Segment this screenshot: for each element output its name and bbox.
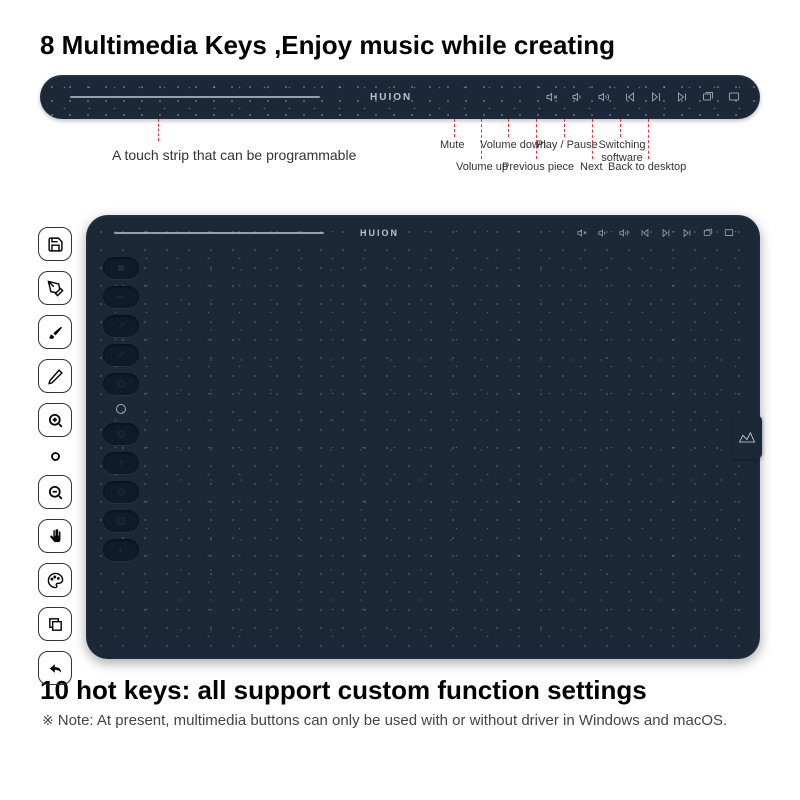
hotkey-10	[103, 539, 139, 561]
next-track-icon	[682, 228, 692, 238]
multimedia-icons	[546, 91, 740, 103]
switch-software-icon	[703, 228, 713, 238]
volume-down-icon	[619, 228, 629, 238]
note-text: ※Note: At present, multimedia buttons ca…	[40, 710, 760, 731]
tablet-media-icons	[577, 228, 734, 238]
hotkey-9	[103, 510, 139, 532]
volume-up-label: Volume up	[456, 161, 508, 173]
hotkey-3	[103, 315, 139, 337]
volume-up-icon	[598, 228, 608, 238]
note-body: Note: At present, multimedia buttons can…	[58, 712, 728, 729]
tablet-top-strip: HUION	[86, 215, 760, 251]
prev-track-icon	[624, 91, 636, 103]
hotkey-6	[103, 423, 139, 445]
touch-strip	[70, 96, 320, 98]
layers-icon	[38, 607, 72, 641]
play-pause-icon	[650, 91, 662, 103]
tablet-area: HUION	[40, 215, 760, 659]
hotkey-5	[103, 373, 139, 395]
play-pause-icon	[661, 228, 671, 238]
mute-label: Mute	[440, 139, 464, 151]
save-icon	[38, 227, 72, 261]
switch-software-icon	[702, 91, 714, 103]
zoom-out-icon	[38, 475, 72, 509]
touchstrip-label: A touch strip that can be programmable	[112, 147, 356, 163]
side-icon-column	[38, 227, 72, 685]
hotkey-8	[103, 481, 139, 503]
mute-icon	[577, 228, 587, 238]
tablet-brand: HUION	[360, 228, 399, 238]
playpause-label: Play / Pause	[536, 139, 598, 151]
volume-down-icon	[598, 91, 610, 103]
back-desktop-icon	[724, 228, 734, 238]
hand-icon	[38, 519, 72, 553]
note-symbol: ※	[42, 712, 54, 728]
next-track-icon	[676, 91, 688, 103]
tablet-tab	[732, 415, 762, 459]
tablet-device: HUION	[86, 215, 760, 659]
brush-icon	[38, 315, 72, 349]
hotkey-gap	[116, 402, 126, 416]
heading-hotkeys: 10 hot keys: all support custom function…	[40, 675, 760, 706]
brand-logo: HUION	[370, 92, 412, 103]
back-desktop-icon	[728, 91, 740, 103]
hotkeys-column	[86, 251, 156, 659]
zoom-in-icon	[38, 403, 72, 437]
pen-icon	[38, 271, 72, 305]
prev-label: Previous piece	[502, 161, 574, 173]
tablet-touch-strip	[114, 232, 324, 234]
heading-multimedia: 8 Multimedia Keys ,Enjoy music while cre…	[40, 30, 760, 61]
multimedia-strip: HUION	[40, 75, 760, 119]
palette-icon	[38, 563, 72, 597]
volume-up-icon	[572, 91, 584, 103]
hotkey-1	[103, 257, 139, 279]
hotkey-7	[103, 452, 139, 474]
pencil-icon	[38, 359, 72, 393]
drawing-surface	[156, 251, 744, 643]
hotkey-4	[103, 344, 139, 366]
hotkey-2	[103, 286, 139, 308]
mute-icon	[546, 91, 558, 103]
undo-icon	[38, 651, 72, 685]
desktop-label: Back to desktop	[608, 161, 686, 173]
prev-track-icon	[640, 228, 650, 238]
ring-icon	[38, 447, 72, 465]
callout-area: A touch strip that can be programmable M…	[40, 119, 760, 209]
